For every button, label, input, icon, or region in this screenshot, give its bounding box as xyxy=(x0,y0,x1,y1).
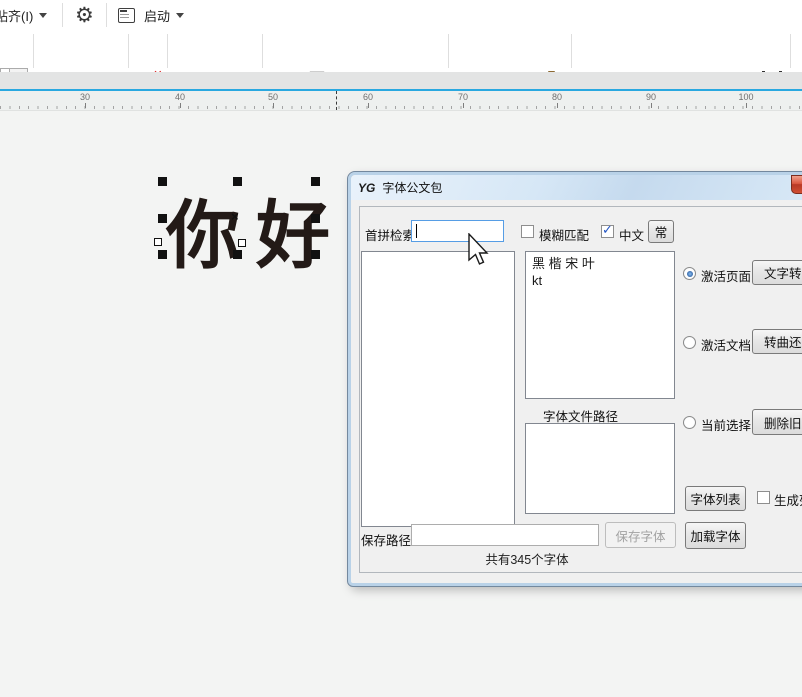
dialog-logo: YG xyxy=(358,181,375,195)
active-page-label: 激活页面 xyxy=(701,266,751,285)
toolbar: B I U ✕ ⊕ » xyxy=(0,30,802,72)
font-list-button[interactable]: 字体列表 xyxy=(685,486,746,511)
delete-old-lines-button[interactable]: 删除旧线 xyxy=(752,409,802,435)
horizontal-ruler[interactable]: 30 40 50 60 70 80 90 100 xyxy=(0,91,802,111)
launch-menu[interactable]: 启动 xyxy=(118,0,184,30)
search-label: 首拼检索 xyxy=(365,225,415,244)
delete-old-lines-label: 删除旧线 xyxy=(764,413,802,432)
selection-handle-bottom-mid[interactable] xyxy=(233,250,242,259)
toolbar-gap xyxy=(0,72,802,89)
text-to-curve-label: 文字转曲 xyxy=(764,263,802,282)
options-button[interactable]: ⚙ xyxy=(75,0,94,30)
divider xyxy=(571,34,572,68)
launch-menu-label: 启动 xyxy=(144,6,170,25)
ruler-tick-label: 30 xyxy=(73,92,97,102)
divider xyxy=(790,34,791,68)
char-spacing-handle[interactable] xyxy=(238,239,246,247)
common-button-label: 常 xyxy=(655,222,668,241)
dialog-titlebar[interactable]: YG 字体公文包 xyxy=(351,175,802,200)
current-selection-label: 当前选择 xyxy=(701,415,751,434)
common-button[interactable]: 常 xyxy=(648,220,674,243)
menubar: 贴齐(I) ⚙ 启动 xyxy=(0,0,802,31)
divider xyxy=(448,34,449,68)
save-path-input[interactable] xyxy=(411,524,599,546)
selection-handle-mid-right[interactable] xyxy=(311,214,320,223)
selection-handle-bottom-right[interactable] xyxy=(311,250,320,259)
dialog-title: 字体公文包 xyxy=(382,179,442,196)
font-list[interactable]: 黑 楷 宋 叶 kt xyxy=(525,251,675,399)
chevron-down-icon xyxy=(176,13,184,18)
line-spacing-handle[interactable] xyxy=(154,238,162,246)
fuzzy-match-label: 模糊匹配 xyxy=(539,225,589,244)
search-result-list[interactable] xyxy=(361,251,515,527)
current-selection-radio[interactable] xyxy=(683,416,696,429)
ruler-tick-label: 60 xyxy=(356,92,380,102)
text-to-curve-button[interactable]: 文字转曲 xyxy=(752,260,802,285)
fuzzy-match-checkbox[interactable] xyxy=(521,225,534,238)
save-font-label: 保存字体 xyxy=(615,526,665,545)
font-list-row[interactable]: kt xyxy=(532,272,668,289)
snap-menu[interactable]: 贴齐(I) xyxy=(0,0,47,30)
selection-handle-top-mid[interactable] xyxy=(233,177,242,186)
selection-center-marker[interactable]: × xyxy=(231,209,239,224)
load-font-button[interactable]: 加载字体 xyxy=(685,522,746,549)
active-doc-label: 激活文档 xyxy=(701,335,751,354)
ruler-tick-label: 100 xyxy=(734,92,758,102)
load-font-label: 加载字体 xyxy=(690,526,740,545)
ruler-minor-ticks xyxy=(0,106,802,109)
font-path-list[interactable] xyxy=(525,423,675,514)
divider xyxy=(262,34,263,68)
launcher-window-icon xyxy=(118,8,135,23)
font-list-button-label: 字体列表 xyxy=(690,489,740,508)
divider xyxy=(167,34,168,68)
chinese-label: 中文 xyxy=(619,225,644,244)
divider xyxy=(33,34,34,68)
selection-handle-mid-left[interactable] xyxy=(158,214,167,223)
divider xyxy=(106,3,107,27)
mouse-cursor xyxy=(467,233,491,267)
font-count-status: 共有345个字体 xyxy=(361,549,693,568)
chinese-checkbox[interactable]: ✓ xyxy=(601,225,614,238)
ruler-tick-label: 70 xyxy=(451,92,475,102)
generate-list-label: 生成列 xyxy=(774,490,802,509)
checkmark-icon: ✓ xyxy=(602,222,613,238)
font-briefcase-dialog: YG 字体公文包 首拼检索 模糊匹配 ✓ 中文 常 黑 楷 宋 叶 kt 字体文… xyxy=(348,172,802,586)
selection-handle-top-right[interactable] xyxy=(311,177,320,186)
save-font-button: 保存字体 xyxy=(605,522,676,548)
save-path-label: 保存路径 xyxy=(361,530,411,549)
divider xyxy=(128,34,129,68)
generate-list-checkbox[interactable] xyxy=(757,491,770,504)
curve-restore-label: 转曲还原 xyxy=(764,332,802,351)
selection-handle-bottom-left[interactable] xyxy=(158,250,167,259)
radio-dot xyxy=(687,271,693,277)
ruler-tick-label: 50 xyxy=(261,92,285,102)
ruler-guide-marker xyxy=(336,91,338,110)
divider xyxy=(62,3,63,27)
gear-icon: ⚙ xyxy=(75,3,94,28)
close-button[interactable] xyxy=(791,175,802,194)
selection-handle-top-left[interactable] xyxy=(158,177,167,186)
curve-restore-button[interactable]: 转曲还原 xyxy=(752,329,802,354)
active-page-radio[interactable] xyxy=(683,267,696,280)
snap-menu-label: 贴齐(I) xyxy=(0,6,33,25)
ruler-tick-label: 90 xyxy=(639,92,663,102)
active-doc-radio[interactable] xyxy=(683,336,696,349)
ruler-tick-label: 80 xyxy=(545,92,569,102)
chevron-down-icon xyxy=(39,13,47,18)
application-window: 贴齐(I) ⚙ 启动 B I U ✕ ⊕ » xyxy=(0,0,802,697)
selected-text-object[interactable]: 你好 xyxy=(166,176,336,283)
text-caret xyxy=(416,224,417,238)
ruler-tick-label: 40 xyxy=(168,92,192,102)
font-list-row[interactable]: 黑 楷 宋 叶 xyxy=(532,255,668,272)
